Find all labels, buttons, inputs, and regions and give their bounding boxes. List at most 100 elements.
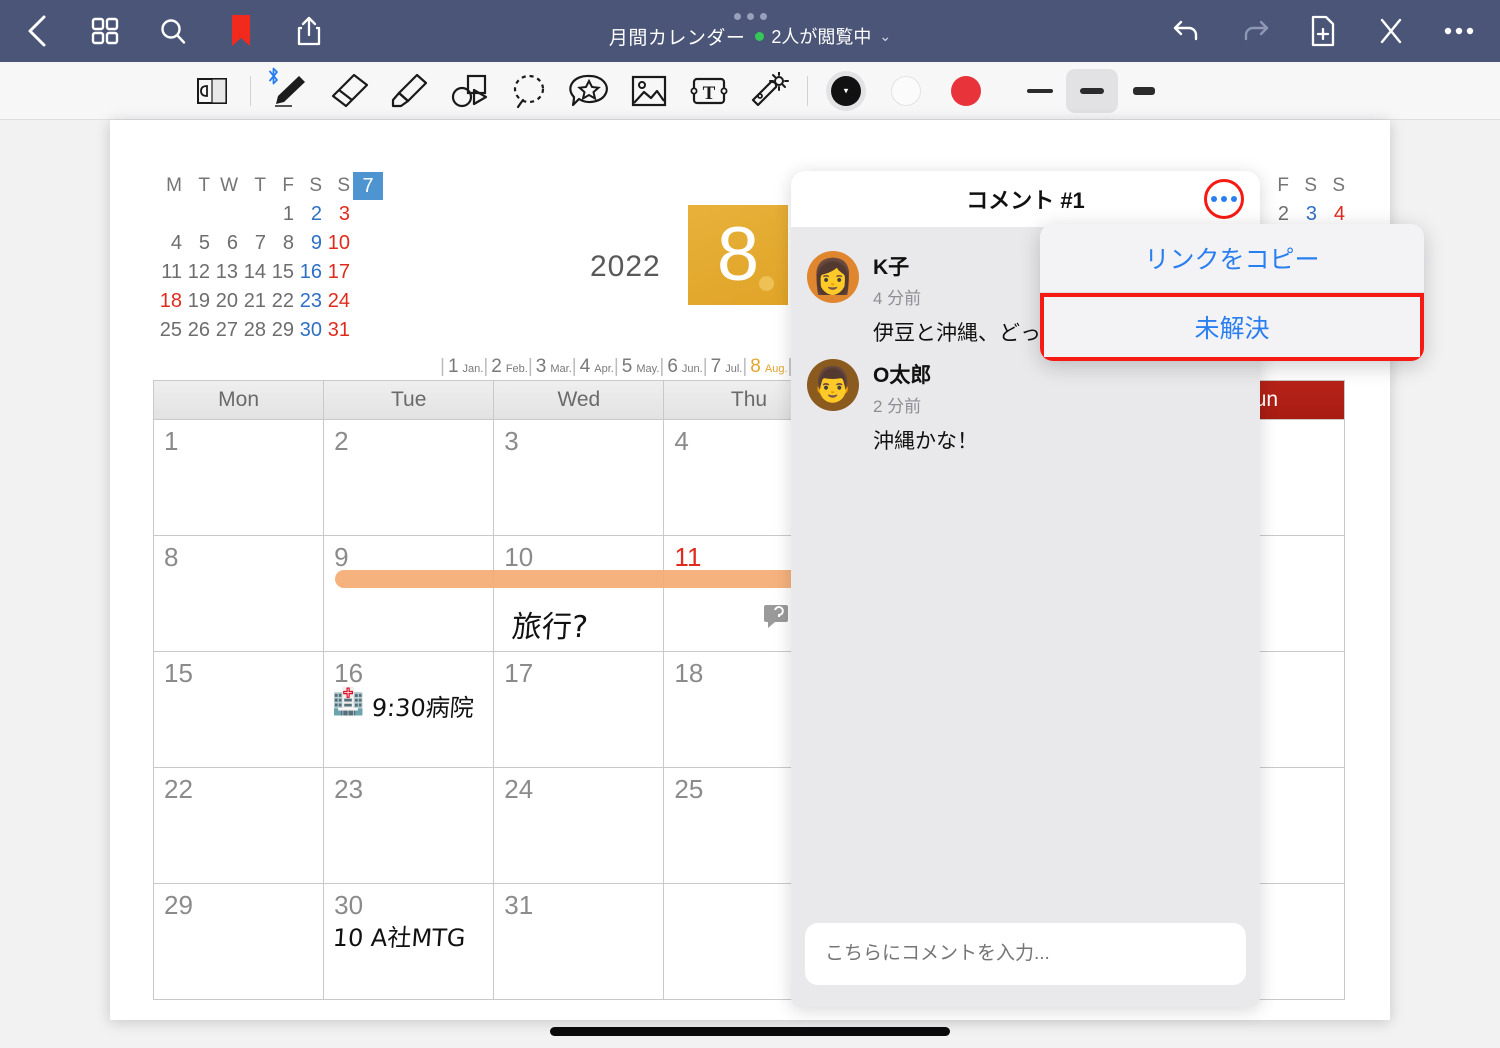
color-white-dot[interactable] [891, 75, 921, 106]
calendar-day-cell[interactable]: 8 [154, 536, 325, 651]
undo-button[interactable] [1164, 8, 1210, 54]
month-tab-2[interactable]: | 2 Feb. [483, 356, 528, 378]
tool-page-flip[interactable] [182, 65, 242, 117]
tab-sep: | [571, 356, 577, 377]
month-tab-5[interactable]: | 5 May. [614, 356, 660, 378]
back-button[interactable] [14, 8, 60, 54]
calendar-day-cell[interactable]: 1 [154, 420, 325, 535]
highlighter-stroke[interactable] [335, 570, 798, 588]
stroke-medium-icon [1080, 87, 1104, 94]
stroke-width-thin[interactable] [1014, 69, 1066, 113]
panel-grabber-dots [733, 12, 767, 20]
tool-text-box[interactable]: T [679, 65, 739, 117]
shapes-icon [449, 72, 489, 110]
calendar-day-cell[interactable]: 31 [494, 884, 665, 999]
calendar-day-cell[interactable]: 29 [154, 884, 325, 999]
comment-panel-title: コメント #1 [966, 188, 1085, 213]
grid-view-icon [91, 17, 119, 45]
comment-pin-icon[interactable] [762, 602, 790, 630]
sticker-icon [568, 72, 610, 110]
calendar-day-cell[interactable]: 23 [324, 768, 495, 883]
day-number: 22 [164, 774, 193, 804]
hospital-emoji-sticker[interactable]: 🏥 [332, 686, 364, 717]
search-button[interactable] [150, 8, 196, 54]
tool-highlighter[interactable] [379, 65, 439, 117]
mini-calendar-july[interactable]: M T W T F S S 7 1 2 3 4 5 6 7 8 9 10 11 … [155, 172, 383, 345]
color-swatch-black[interactable]: ▾ [816, 65, 876, 117]
mini-calendar-september[interactable]: F S S 2 3 4 [1262, 172, 1346, 229]
month-tab-7[interactable]: | 7 Jul. [703, 356, 743, 378]
day-number: 30 [334, 890, 364, 920]
comment-more-options-button[interactable] [1204, 179, 1244, 219]
home-indicator[interactable] [550, 1027, 950, 1036]
comment-item[interactable]: 👨 O太郎 2 分前 沖縄かな！ [791, 351, 1260, 459]
more-options-button[interactable] [1436, 8, 1482, 54]
close-pen-button[interactable] [1368, 8, 1414, 54]
stroke-width-medium[interactable] [1066, 68, 1118, 113]
calendar-header-tue: Tue [324, 381, 495, 419]
month-tab-abbr: Jan. [462, 363, 484, 375]
calendar-day-cell[interactable]: 2 [324, 420, 495, 535]
tool-lasso-select[interactable] [499, 65, 559, 117]
mini-day: 17 [327, 261, 350, 283]
chevron-left-icon [26, 14, 48, 48]
month-tab-6[interactable]: | 6 Jun. [659, 356, 702, 378]
handwritten-hospital-note[interactable]: 9:30病院 [371, 688, 475, 723]
calendar-day-cell[interactable]: 17 [494, 652, 665, 767]
tool-magic-wand[interactable] [739, 65, 799, 117]
tab-sep: | [527, 356, 533, 377]
tool-pen[interactable] [259, 65, 319, 117]
document-title-row[interactable]: 月間カレンダー 2人が閲覧中 ⌄ [609, 23, 891, 50]
tab-sep: | [742, 356, 748, 377]
day-number: 8 [164, 542, 179, 572]
calendar-day-cell[interactable]: 9 [324, 536, 495, 651]
mini-head-fri-r: F [1277, 175, 1289, 196]
handwritten-trip-note[interactable]: 旅行? [510, 602, 589, 646]
color-swatch-white[interactable] [876, 65, 936, 117]
tool-image[interactable] [619, 65, 679, 117]
menu-item-unresolved[interactable]: 未解決 [1040, 293, 1424, 361]
month-tab-1[interactable]: | 1 Jan. [440, 356, 483, 378]
page-title: 月間カレンダー [608, 27, 746, 49]
more-horizontal-icon [1444, 26, 1474, 36]
mini-day: 20 [215, 290, 238, 312]
redo-button[interactable] [1232, 8, 1278, 54]
mini-day: 4 [170, 232, 182, 254]
month-tab-number: 4 [579, 356, 591, 377]
month-tab-8[interactable]: | 8 Aug. [742, 356, 787, 378]
chevron-down-icon: ▾ [843, 85, 849, 95]
menu-item-copy-link[interactable]: リンクをコピー [1040, 224, 1424, 292]
handwritten-meeting-note[interactable]: 10 A社MTG [332, 918, 467, 953]
comment-input[interactable] [805, 923, 1246, 985]
month-tab-3[interactable]: | 3 Mar. [528, 356, 572, 378]
share-button[interactable] [286, 8, 332, 54]
month-tab-4[interactable]: | 4 Apr. [572, 356, 614, 378]
lasso-select-icon [510, 72, 548, 110]
calendar-day-cell[interactable]: 15 [154, 652, 325, 767]
mini-day: 14 [243, 261, 266, 283]
mini-day: 22 [271, 290, 294, 312]
mini-day [239, 200, 267, 229]
tool-eraser[interactable] [319, 65, 379, 117]
calendar-day-cell[interactable]: 22 [154, 768, 325, 883]
mini-day: 8 [282, 232, 294, 254]
color-red-dot[interactable] [951, 75, 981, 106]
mini-day: 11 [161, 261, 182, 283]
chevron-down-icon[interactable]: ⌄ [879, 28, 891, 45]
add-page-button[interactable] [1300, 8, 1346, 54]
app-root: 月間カレンダー 2人が閲覧中 ⌄ T ▾ M T W T F S S 7 1 2… [0, 0, 1500, 1048]
bookmark-button[interactable] [218, 8, 264, 54]
day-number: 24 [504, 774, 534, 804]
tab-sep: | [659, 356, 665, 377]
color-black-dot[interactable]: ▾ [831, 75, 861, 106]
grid-view-button[interactable] [82, 8, 128, 54]
color-swatch-red[interactable] [936, 65, 996, 117]
calendar-day-cell[interactable]: 24 [494, 768, 665, 883]
eraser-icon [328, 72, 370, 110]
calendar-day-cell[interactable]: 3 [494, 420, 665, 535]
viewer-count-label: 2人が閲覧中 [771, 27, 872, 47]
tool-sticker[interactable] [559, 65, 619, 117]
tool-shapes[interactable] [439, 65, 499, 117]
stroke-width-thick[interactable] [1118, 69, 1170, 113]
day-number: 9 [334, 542, 349, 572]
